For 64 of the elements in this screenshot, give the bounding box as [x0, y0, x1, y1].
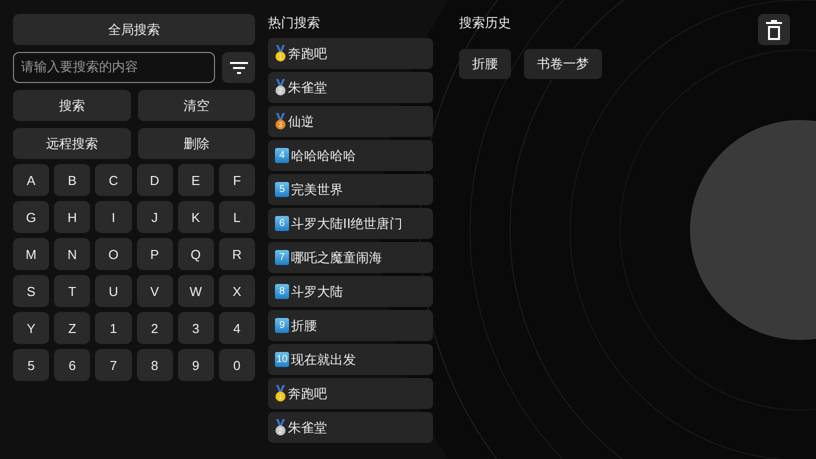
hot-search-item[interactable]: 8 斗罗大陆 [268, 276, 433, 307]
action-button[interactable]: 删除 [138, 128, 255, 159]
hot-search-item[interactable]: 7 哪吒之魔童闹海 [268, 242, 433, 273]
keyboard-key[interactable]: N [54, 238, 90, 270]
delete-history-button[interactable] [758, 14, 790, 45]
hot-search-title: 热门搜索 [268, 15, 321, 32]
rank-number: 10 [275, 352, 289, 367]
keyboard-key[interactable]: B [54, 164, 90, 196]
filter-button[interactable] [222, 52, 255, 83]
keyboard-key[interactable]: 3 [178, 312, 214, 344]
hot-search-item[interactable]: 4 哈哈哈哈哈 [268, 140, 433, 171]
keyboard-key[interactable]: K [178, 201, 214, 233]
action-button[interactable]: 清空 [138, 90, 255, 121]
rank-number: 4 [275, 148, 289, 163]
history-title: 搜索历史 [459, 15, 511, 32]
keyboard-key[interactable]: 0 [218, 349, 255, 381]
keyboard-key[interactable]: V [136, 275, 173, 307]
rank-number: 9 [275, 318, 289, 333]
global-search-button[interactable]: 全局搜索 [13, 14, 255, 45]
keyboard-key[interactable]: L [218, 201, 255, 233]
keyboard-key[interactable]: 1 [95, 312, 132, 344]
keyboard-key[interactable]: Q [178, 238, 214, 270]
keyboard-key[interactable]: R [218, 238, 255, 270]
action-button[interactable]: 搜索 [13, 90, 130, 121]
keyboard-key[interactable]: P [136, 238, 173, 270]
rank-number: 7 [275, 250, 289, 265]
keyboard-key[interactable]: 4 [218, 312, 255, 344]
action-button[interactable]: 远程搜索 [13, 128, 130, 159]
history-chip[interactable]: 书卷一梦 [524, 49, 602, 79]
keyboard-key[interactable]: 9 [178, 349, 214, 381]
keyboard-key[interactable]: A [13, 164, 50, 196]
rank-number: 6 [275, 216, 289, 231]
keyboard-key[interactable]: E [178, 164, 214, 196]
keyboard-key[interactable]: G [13, 201, 50, 233]
keyboard-key[interactable]: 2 [136, 312, 173, 344]
hot-search-item[interactable]: 10 现在就出发 [268, 344, 433, 375]
rank-number: 5 [275, 182, 289, 197]
history-chip[interactable]: 折腰 [459, 49, 511, 79]
trash-icon [766, 20, 782, 40]
keyboard-key[interactable]: 5 [13, 349, 50, 381]
keyboard-key[interactable]: Z [54, 312, 90, 344]
keyboard-key[interactable]: C [95, 164, 132, 196]
filter-icon [230, 62, 248, 74]
search-field[interactable]: 请输入要搜索的内容 [13, 52, 215, 83]
keyboard-key[interactable]: X [218, 275, 255, 307]
hot-search-item[interactable]: 6 斗罗大陆II绝世唐门 [268, 208, 433, 239]
keyboard-key[interactable]: 6 [54, 349, 90, 381]
keyboard-key[interactable]: J [136, 201, 173, 233]
keyboard-key[interactable]: O [95, 238, 132, 270]
hot-search-item[interactable]: 5 完美世界 [268, 174, 433, 205]
keyboard-key[interactable]: W [178, 275, 214, 307]
keyboard-key[interactable]: 8 [136, 349, 173, 381]
rank-number: 8 [275, 284, 289, 299]
keyboard-key[interactable]: U [95, 275, 132, 307]
keyboard-key[interactable]: D [136, 164, 173, 196]
keyboard-key[interactable]: S [13, 275, 50, 307]
keyboard-key[interactable]: F [218, 164, 255, 196]
keyboard-key[interactable]: I [95, 201, 132, 233]
keyboard-key[interactable]: 7 [95, 349, 132, 381]
keyboard-key[interactable]: Y [13, 312, 50, 344]
hot-search-item[interactable]: 9 折腰 [268, 310, 433, 341]
keyboard-key[interactable]: M [13, 238, 50, 270]
keyboard-key[interactable]: H [54, 201, 90, 233]
keyboard-key[interactable]: T [54, 275, 90, 307]
